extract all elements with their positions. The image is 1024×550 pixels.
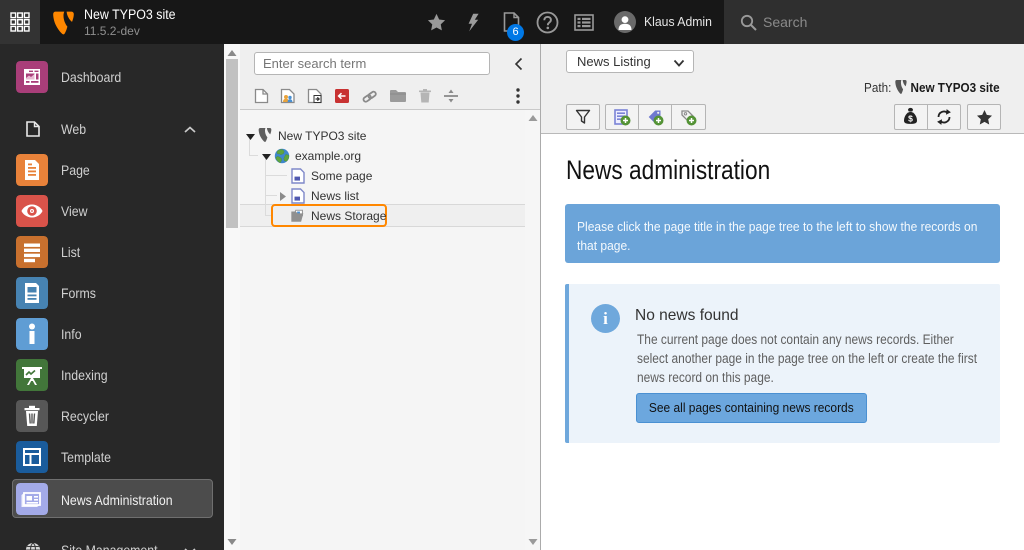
svg-text:$: $ — [908, 113, 913, 123]
